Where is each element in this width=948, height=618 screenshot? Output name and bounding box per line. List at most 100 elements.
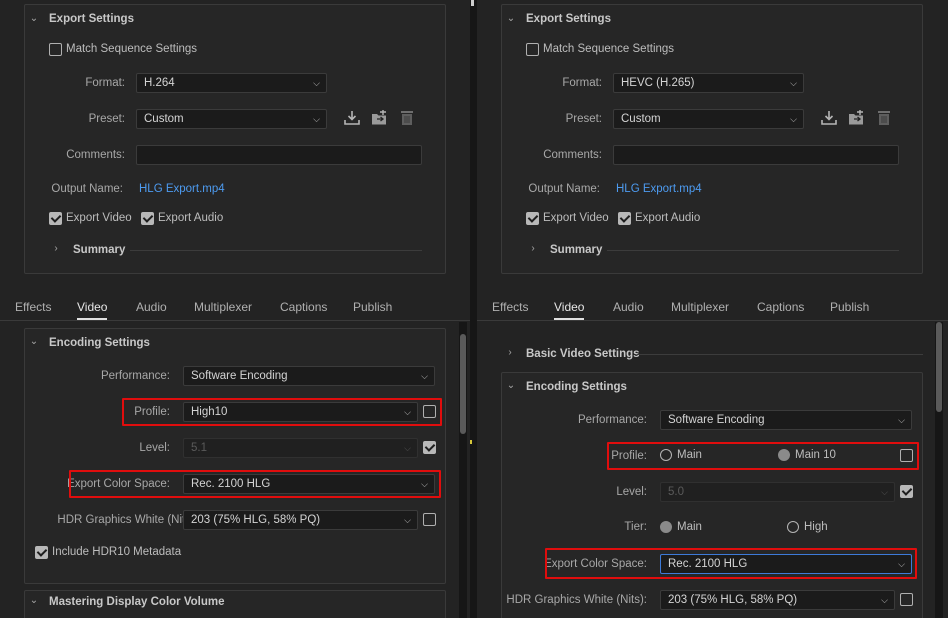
encoding-settings-title: Encoding Settings — [49, 337, 150, 349]
tab-video[interactable]: Video — [554, 300, 585, 320]
tab-publish[interactable]: Publish — [830, 300, 869, 314]
match-sequence-checkbox[interactable] — [49, 43, 62, 56]
chevron-down-icon: ⌵ — [790, 78, 797, 88]
save-preset-icon[interactable] — [371, 110, 389, 126]
output-name-label: Output Name: — [51, 183, 123, 195]
hdr10-metadata-label: Include HDR10 Metadata — [52, 546, 182, 558]
output-name-link[interactable]: HLG Export.mp4 — [616, 183, 702, 195]
preset-label: Preset: — [88, 113, 125, 125]
performance-label: Performance: — [577, 414, 647, 426]
format-dropdown[interactable]: HEVC (H.265) ⌵ — [613, 73, 804, 93]
scrollbar[interactable] — [459, 322, 467, 618]
export-video-checkbox[interactable] — [49, 212, 62, 225]
level-dropdown: 5.1 ⌵ — [183, 438, 418, 458]
profile-highlight — [122, 398, 442, 426]
hdr-white-label: HDR Graphics White (Nits): — [57, 514, 198, 526]
color-space-highlight — [69, 470, 441, 498]
hdr-white-dropdown[interactable]: 203 (75% HLG, 58% PQ) ⌵ — [183, 510, 418, 530]
performance-dropdown[interactable]: Software Encoding ⌵ — [183, 366, 435, 386]
trash-icon[interactable] — [398, 109, 416, 125]
comments-field[interactable] — [613, 145, 899, 165]
level-match-checkbox[interactable] — [423, 441, 436, 454]
export-settings-title: Export Settings — [49, 13, 134, 25]
tab-effects[interactable]: Effects — [15, 300, 51, 314]
tier-high-label: High — [804, 521, 828, 533]
export-audio-checkbox[interactable] — [141, 212, 154, 225]
chevron-down-icon: ⌵ — [421, 371, 428, 381]
divider-grip — [471, 0, 474, 6]
timeline-marker — [470, 440, 472, 444]
hdr-white-match-checkbox[interactable] — [423, 513, 436, 526]
tab-effects[interactable]: Effects — [492, 300, 528, 314]
format-dropdown[interactable]: H.264 ⌵ — [136, 73, 327, 93]
export-video-label: Export Video — [543, 212, 609, 224]
level-value: 5.0 — [668, 486, 684, 498]
tab-captions[interactable]: Captions — [757, 300, 804, 314]
right-export-panel: ⌄ Export Settings Match Sequence Setting… — [477, 0, 948, 618]
tier-main-radio[interactable] — [660, 521, 672, 533]
tab-multiplexer[interactable]: Multiplexer — [194, 300, 252, 314]
hdr-white-match-checkbox[interactable] — [900, 593, 913, 606]
import-preset-icon[interactable] — [343, 110, 361, 126]
chevron-down-icon: ⌵ — [881, 595, 888, 605]
save-preset-icon[interactable] — [848, 110, 866, 126]
tier-main-label: Main — [677, 521, 702, 533]
format-label: Format: — [562, 77, 602, 89]
basic-video-divider — [637, 354, 923, 355]
tab-audio[interactable]: Audio — [613, 300, 644, 314]
level-value: 5.1 — [191, 442, 207, 454]
tab-captions[interactable]: Captions — [280, 300, 327, 314]
match-sequence-label: Match Sequence Settings — [66, 43, 198, 55]
summary-divider — [130, 250, 422, 251]
chevron-right-icon[interactable]: › — [50, 243, 62, 255]
tab-multiplexer[interactable]: Multiplexer — [671, 300, 729, 314]
tab-video[interactable]: Video — [77, 300, 108, 320]
level-dropdown: 5.0 ⌵ — [660, 482, 895, 502]
tab-audio[interactable]: Audio — [136, 300, 167, 314]
scrollbar-thumb[interactable] — [460, 334, 466, 434]
tier-high-radio[interactable] — [787, 521, 799, 533]
chevron-down-icon[interactable]: ⌄ — [28, 13, 40, 25]
performance-label: Performance: — [100, 370, 170, 382]
chevron-right-icon[interactable]: › — [527, 243, 539, 255]
export-settings-title: Export Settings — [526, 13, 611, 25]
level-match-checkbox[interactable] — [900, 485, 913, 498]
summary-title[interactable]: Summary — [73, 244, 125, 256]
summary-divider — [607, 250, 899, 251]
chevron-down-icon[interactable]: ⌄ — [28, 336, 40, 348]
scrollbar-thumb[interactable] — [936, 322, 942, 412]
level-label: Level: — [616, 486, 647, 498]
summary-title[interactable]: Summary — [550, 244, 602, 256]
chevron-down-icon: ⌵ — [404, 515, 411, 525]
comments-label: Comments: — [66, 149, 125, 161]
preset-dropdown[interactable]: Custom ⌵ — [613, 109, 804, 129]
hdr-white-dropdown[interactable]: 203 (75% HLG, 58% PQ) ⌵ — [660, 590, 895, 610]
scrollbar[interactable] — [935, 322, 943, 618]
pane-divider[interactable] — [470, 0, 477, 618]
trash-icon[interactable] — [875, 109, 893, 125]
export-audio-label: Export Audio — [158, 212, 224, 224]
chevron-down-icon[interactable]: ⌄ — [505, 380, 517, 392]
performance-value: Software Encoding — [191, 370, 288, 382]
output-name-link[interactable]: HLG Export.mp4 — [139, 183, 225, 195]
preset-value: Custom — [621, 113, 661, 125]
hdr10-metadata-checkbox[interactable] — [35, 546, 48, 559]
color-space-highlight — [545, 548, 917, 579]
chevron-down-icon[interactable]: ⌄ — [28, 595, 40, 607]
format-label: Format: — [85, 77, 125, 89]
export-audio-label: Export Audio — [635, 212, 701, 224]
preset-dropdown[interactable]: Custom ⌵ — [136, 109, 327, 129]
import-preset-icon[interactable] — [820, 110, 838, 126]
export-video-label: Export Video — [66, 212, 132, 224]
chevron-down-icon[interactable]: ⌄ — [505, 13, 517, 25]
basic-video-title[interactable]: Basic Video Settings — [526, 348, 640, 360]
preset-value: Custom — [144, 113, 184, 125]
export-video-checkbox[interactable] — [526, 212, 539, 225]
performance-dropdown[interactable]: Software Encoding ⌵ — [660, 410, 912, 430]
chevron-right-icon[interactable]: › — [504, 347, 516, 359]
comments-field[interactable] — [136, 145, 422, 165]
export-audio-checkbox[interactable] — [618, 212, 631, 225]
tab-publish[interactable]: Publish — [353, 300, 392, 314]
profile-highlight — [607, 442, 919, 470]
match-sequence-checkbox[interactable] — [526, 43, 539, 56]
